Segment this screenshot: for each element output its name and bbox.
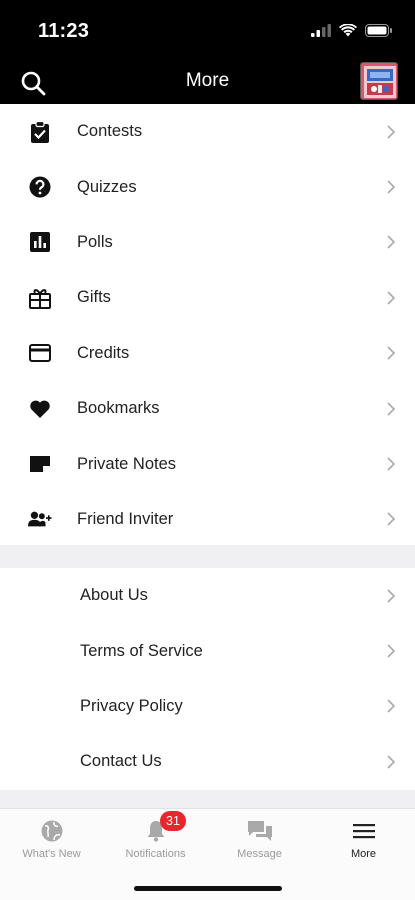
menu-item-privacy-policy[interactable]: Privacy Policy [0,679,415,734]
chevron-right-icon [387,402,396,416]
heart-icon [28,397,52,421]
menu-item-contests[interactable]: Contests [0,104,415,159]
person-add-icon [28,507,52,531]
menu-item-label: Contests [77,122,143,141]
status-icons [311,24,393,37]
status-time: 11:23 [38,20,90,42]
menu-item-quizzes[interactable]: Quizzes [0,159,415,214]
section-divider [0,790,415,808]
menu-item-label: About Us [80,586,148,605]
primary-menu-list: Contests Quizzes Polls Gifts Credits Boo… [0,104,415,547]
clipboard-check-icon [28,120,52,144]
menu-item-label: Gifts [77,288,111,307]
bar-chart-icon [28,230,52,254]
menu-item-label: Bookmarks [77,399,160,418]
avatar-image [361,63,397,99]
menu-item-label: Contact Us [80,752,162,771]
hamburger-menu-icon [352,824,375,839]
menu-item-label: Private Notes [77,454,177,473]
tab-icon-wrap [0,817,103,845]
battery-icon [365,24,392,37]
chevron-right-icon [387,457,396,471]
question-circle-icon [28,175,52,199]
tab-message[interactable]: Message [208,817,311,869]
menu-item-about-us[interactable]: About Us [0,568,415,623]
status-bar: 11:23 [0,0,415,60]
menu-item-credits[interactable]: Credits [0,326,415,381]
menu-item-gifts[interactable]: Gifts [0,270,415,325]
chevron-right-icon [387,291,396,305]
chat-bubbles-icon [247,821,272,841]
menu-item-label: Polls [77,232,113,251]
menu-item-polls[interactable]: Polls [0,215,415,270]
menu-item-private-notes[interactable]: Private Notes [0,436,415,491]
chevron-right-icon [387,512,396,526]
page-title: More [185,70,230,91]
menu-item-label: Privacy Policy [80,696,183,715]
tab-label: More [350,848,377,860]
gift-icon [28,286,52,310]
tab-label: What's New [22,848,81,860]
note-icon [28,452,52,476]
menu-item-friend-inviter[interactable]: Friend Inviter [0,492,415,547]
menu-item-terms-of-service[interactable]: Terms of Service [0,623,415,678]
tab-icon-wrap: 31 [104,811,207,845]
tab-icon-wrap [208,817,311,845]
chevron-right-icon [387,699,396,714]
nav-bar: More [0,60,415,104]
menu-item-label: Friend Inviter [77,509,174,528]
chevron-right-icon [387,644,396,658]
chevron-right-icon [387,180,396,194]
tab-label: Notifications [125,848,186,860]
secondary-menu-list: About Us Terms of Service Privacy Policy… [0,568,415,790]
notification-badge: 31 [160,811,186,831]
menu-item-label: Credits [77,343,130,362]
chevron-right-icon [387,346,396,360]
menu-item-label: Quizzes [77,177,137,196]
menu-item-contact-us[interactable]: Contact Us [0,734,415,789]
wifi-icon [339,24,357,37]
chevron-right-icon [387,235,396,250]
signal-icon [311,24,331,37]
credit-card-icon [28,341,52,365]
chevron-right-icon [387,125,396,139]
chevron-right-icon [387,589,396,603]
globe-icon [41,820,62,842]
home-indicator[interactable] [134,886,282,891]
tab-whats-new[interactable]: What's New [0,817,103,869]
section-divider [0,545,415,568]
tab-icon-wrap [312,817,415,845]
menu-item-label: Terms of Service [80,641,203,660]
menu-item-bookmarks[interactable]: Bookmarks [0,381,415,436]
tab-more[interactable]: More [312,817,415,869]
tab-notifications[interactable]: 31 Notifications [104,811,207,869]
chevron-right-icon [387,755,396,769]
avatar[interactable] [360,62,398,100]
tab-label: Message [237,848,282,860]
